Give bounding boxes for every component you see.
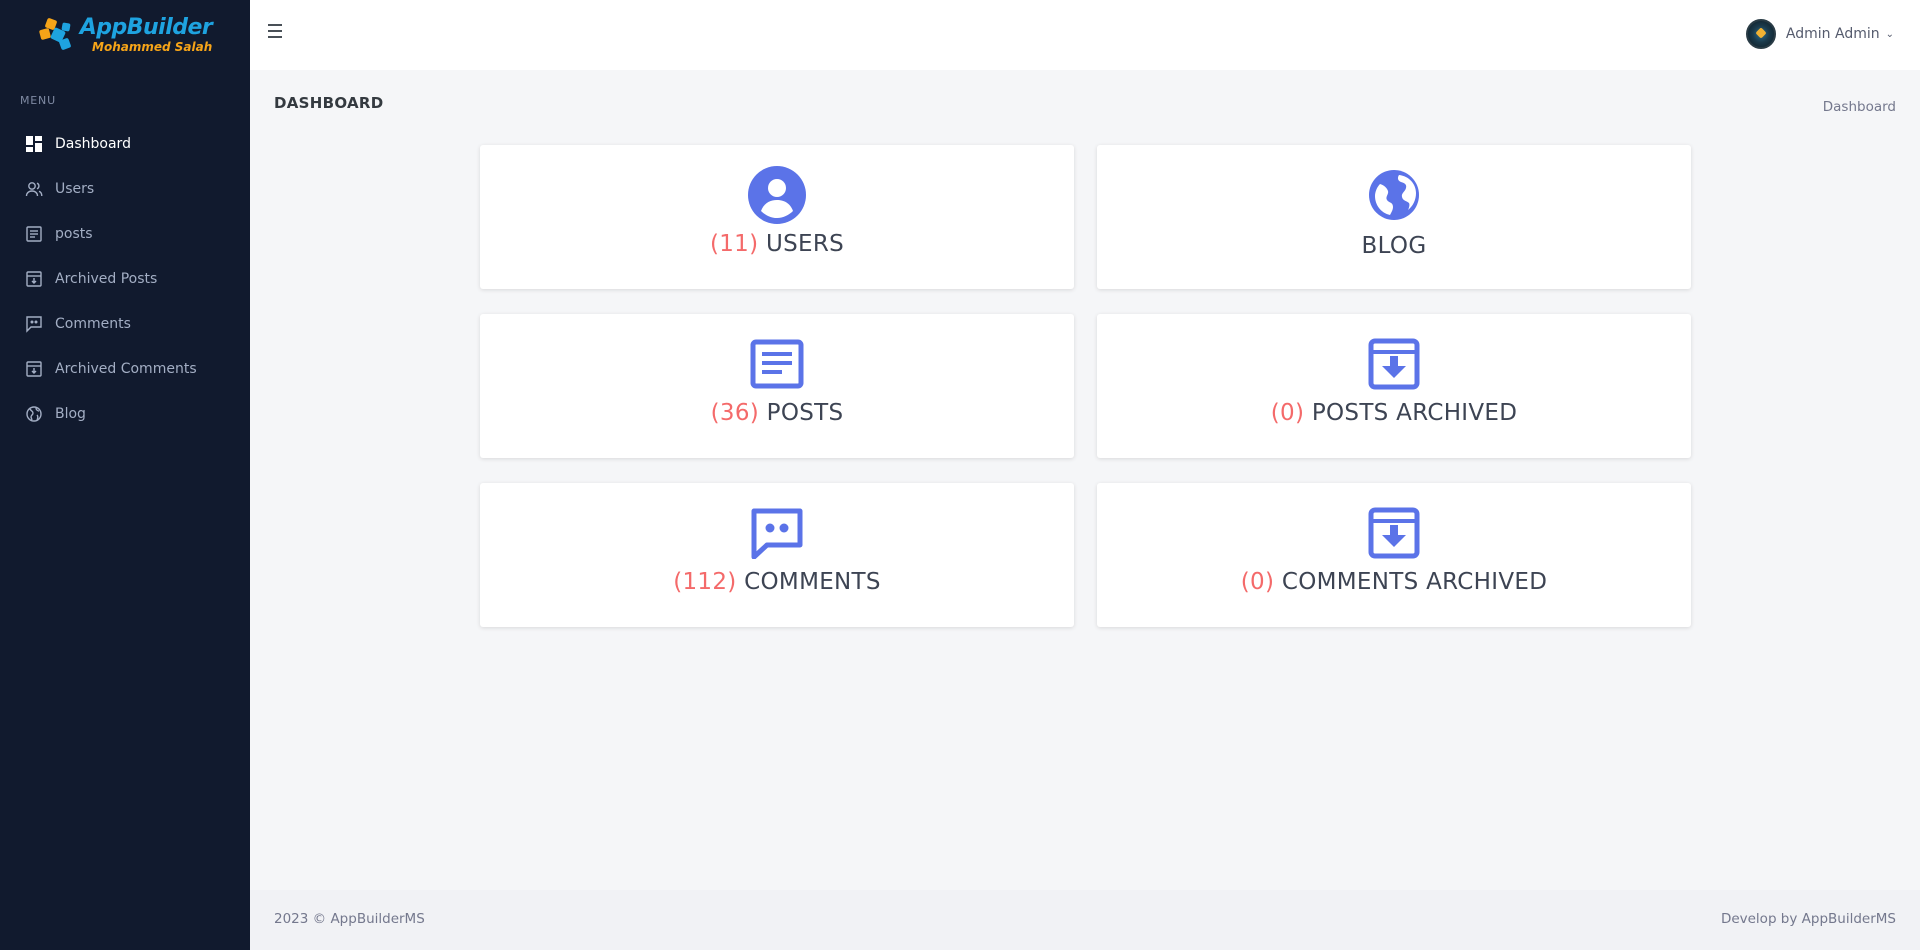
comment-icon bbox=[747, 503, 807, 563]
comments-label: COMMENTS bbox=[744, 569, 881, 595]
users-icon bbox=[25, 180, 43, 198]
comments-card-label: (112) COMMENTS bbox=[673, 569, 881, 595]
sidebar-item-label: Users bbox=[55, 180, 95, 197]
posts-card[interactable]: (36) POSTS bbox=[480, 314, 1074, 458]
chevron-down-icon: ⌄ bbox=[1885, 28, 1894, 40]
logo-subtitle: Mohammed Salah bbox=[92, 40, 213, 54]
blog-card-label: BLOG bbox=[1362, 233, 1427, 259]
sidebar-item-dashboard[interactable]: Dashboard bbox=[0, 121, 250, 166]
hamburger-menu-icon[interactable] bbox=[268, 24, 284, 44]
users-card-label: (11) USERS bbox=[710, 231, 844, 257]
sidebar-item-label: Blog bbox=[55, 405, 86, 422]
sidebar-item-label: Comments bbox=[55, 315, 131, 332]
users-label: USERS bbox=[766, 231, 845, 257]
archive-icon bbox=[25, 360, 43, 378]
logo-title: AppBuilder bbox=[79, 15, 213, 40]
sidebar-item-label: Archived Posts bbox=[55, 270, 158, 287]
user-name: Admin Admin bbox=[1785, 26, 1880, 42]
sidebar-item-comments[interactable]: Comments bbox=[0, 301, 250, 346]
users-count: (11) bbox=[709, 231, 759, 257]
appbuilder-logo-icon bbox=[39, 18, 71, 50]
comments-archived-label: COMMENTS ARCHIVED bbox=[1281, 569, 1548, 595]
menu-title: MENU bbox=[20, 94, 56, 107]
comments-archived-card[interactable]: (0) COMMENTS ARCHIVED bbox=[1097, 483, 1691, 627]
globe-icon bbox=[25, 405, 43, 423]
sidebar-item-archived-comments[interactable]: Archived Comments bbox=[0, 346, 250, 391]
page-title: DASHBOARD bbox=[274, 94, 384, 112]
archive-icon bbox=[25, 270, 43, 288]
document-icon bbox=[747, 334, 807, 394]
sidebar: AppBuilder Mohammed Salah MENU Dashboard… bbox=[0, 0, 250, 950]
posts-icon bbox=[25, 225, 43, 243]
sidebar-item-label: Archived Comments bbox=[55, 360, 197, 377]
sidebar-item-label: posts bbox=[55, 225, 93, 242]
sidebar-item-posts[interactable]: posts bbox=[0, 211, 250, 256]
comments-count: (112) bbox=[673, 569, 737, 595]
sidebar-item-archived-posts[interactable]: Archived Posts bbox=[0, 256, 250, 301]
comments-card[interactable]: (112) COMMENTS bbox=[480, 483, 1074, 627]
posts-label: POSTS bbox=[766, 400, 844, 426]
blog-label: BLOG bbox=[1361, 233, 1427, 259]
posts-card-label: (36) POSTS bbox=[711, 400, 844, 426]
posts-count: (36) bbox=[710, 400, 760, 426]
archive-icon bbox=[1364, 334, 1424, 394]
sidebar-item-label: Dashboard bbox=[55, 135, 131, 152]
comments-archived-count: (0) bbox=[1240, 569, 1275, 595]
sidebar-item-blog[interactable]: Blog bbox=[0, 391, 250, 436]
footer: 2023 © AppBuilderMS Develop by AppBuilde… bbox=[250, 890, 1920, 950]
comments-icon bbox=[25, 315, 43, 333]
globe-icon bbox=[1364, 165, 1424, 225]
posts-archived-card[interactable]: (0) POSTS ARCHIVED bbox=[1097, 314, 1691, 458]
footer-credit: Develop by AppBuilderMS bbox=[1720, 911, 1896, 927]
user-menu[interactable]: Admin Admin ⌄ bbox=[1745, 19, 1894, 49]
footer-copyright: 2023 © AppBuilderMS bbox=[274, 911, 425, 927]
posts-archived-card-label: (0) POSTS ARCHIVED bbox=[1271, 400, 1518, 426]
archive-icon bbox=[1364, 503, 1424, 563]
avatar bbox=[1745, 19, 1776, 49]
topbar: Admin Admin ⌄ bbox=[250, 0, 1920, 70]
posts-archived-label: POSTS ARCHIVED bbox=[1311, 400, 1518, 426]
user-circle-icon bbox=[747, 165, 807, 225]
users-card[interactable]: (11) USERS bbox=[480, 145, 1074, 289]
dashboard-icon bbox=[25, 135, 43, 153]
posts-archived-count: (0) bbox=[1270, 400, 1305, 426]
sidebar-item-users[interactable]: Users bbox=[0, 166, 250, 211]
blog-card[interactable]: BLOG bbox=[1097, 145, 1691, 289]
logo[interactable]: AppBuilder Mohammed Salah bbox=[0, 0, 250, 70]
comments-archived-card-label: (0) COMMENTS ARCHIVED bbox=[1241, 569, 1547, 595]
breadcrumb[interactable]: Dashboard bbox=[1823, 99, 1896, 115]
